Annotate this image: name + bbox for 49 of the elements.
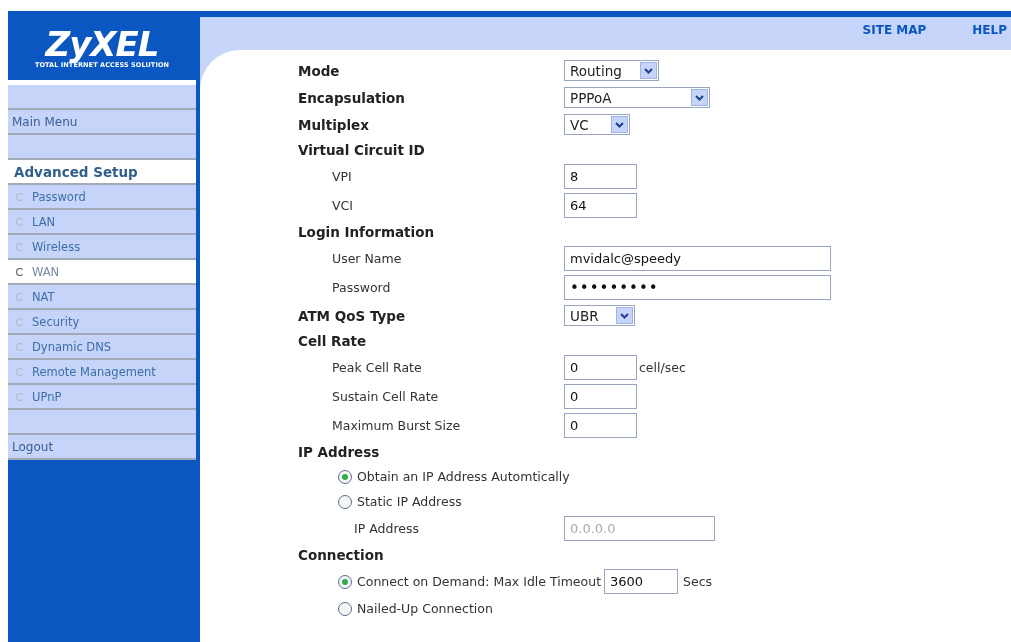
input-field[interactable]: 3600	[604, 569, 679, 594]
logout-link[interactable]: Logout	[8, 439, 54, 454]
section-heading: Login Information	[298, 224, 435, 240]
logo-name: ZyXEL	[45, 26, 159, 61]
field-label: ATM QoS Type	[298, 307, 406, 324]
input-field[interactable]: 8	[564, 164, 637, 189]
input-field[interactable]: 0	[564, 413, 637, 438]
unit-label: cell/sec	[639, 360, 686, 375]
radio-label[interactable]: Static IP Address	[357, 494, 462, 509]
radio-label[interactable]: Nailed-Up Connection	[357, 601, 493, 616]
field-label: VCI	[331, 198, 353, 213]
field-label: Multiplex	[298, 116, 369, 133]
dropdown[interactable]: VC	[564, 114, 630, 135]
input-field[interactable]: 64	[564, 193, 637, 218]
radio-button[interactable]	[338, 601, 352, 616]
field-label: Mode	[298, 62, 340, 79]
field-label: IP Address	[353, 521, 419, 536]
section-heading: Connection	[298, 547, 384, 563]
field-label: Peak Cell Rate	[331, 360, 422, 375]
chevron-down-icon	[640, 62, 657, 79]
radio-label[interactable]: Connect on Demand: Max Idle Timeout	[357, 574, 602, 589]
header-link[interactable]: SITE MAP	[862, 23, 927, 37]
chevron-down-icon	[691, 89, 708, 106]
sidebar-item[interactable]: WAN	[8, 260, 196, 283]
section-heading: Virtual Circuit ID	[298, 142, 425, 158]
input-field[interactable]: 0	[564, 355, 637, 380]
dropdown[interactable]: UBR	[564, 305, 635, 326]
section-title: Advanced Setup	[13, 163, 138, 180]
input-field[interactable]: 0	[564, 384, 637, 409]
chevron-down-icon	[616, 307, 633, 324]
radio-button[interactable]	[338, 469, 352, 484]
field-label: Maximum Burst Size	[331, 418, 461, 433]
header-link[interactable]: HELP	[972, 23, 1007, 37]
radio-button[interactable]	[338, 574, 352, 589]
password-field[interactable]: •••••••••	[564, 275, 831, 300]
dropdown[interactable]: Routing	[564, 60, 659, 81]
unit-label: Secs	[683, 574, 713, 589]
input-field[interactable]: mvidalc@speedy	[564, 246, 831, 271]
field-label: Encapsulation	[298, 89, 405, 106]
field-label: Sustain Cell Rate	[331, 389, 439, 404]
field-label: VPI	[331, 169, 352, 184]
chevron-down-icon	[611, 116, 628, 133]
section-heading: Cell Rate	[298, 333, 367, 349]
field-label: User Name	[331, 251, 402, 266]
radio-button[interactable]	[338, 494, 352, 509]
radio-label[interactable]: Obtain an IP Address Automtically	[357, 469, 570, 484]
section-heading: IP Address	[298, 444, 380, 460]
dropdown[interactable]: PPPoA	[564, 87, 710, 108]
field-label: Password	[331, 280, 391, 295]
